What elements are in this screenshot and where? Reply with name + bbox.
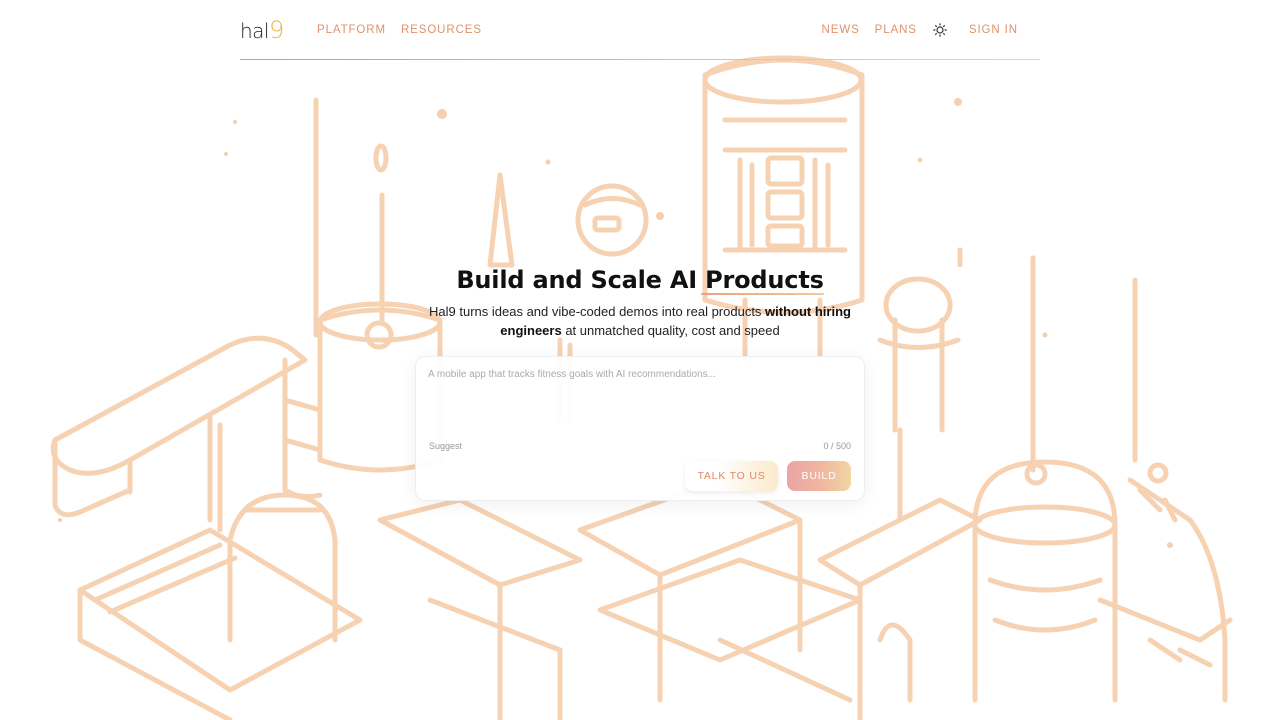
hero-title-underline <box>701 293 824 295</box>
build-button[interactable]: BUILD <box>787 461 851 491</box>
nav-link-plans[interactable]: PLANS <box>875 24 917 36</box>
logo-text: hal <box>240 19 270 43</box>
nav-link-resources[interactable]: RESOURCES <box>401 24 482 36</box>
sign-in-link[interactable]: SIGN IN <box>969 24 1018 36</box>
hero-section: Build and Scale AI Products Hal9 turns i… <box>0 266 1280 340</box>
primary-nav: PLATFORM RESOURCES <box>302 24 482 36</box>
character-counter: 0 / 500 <box>823 441 851 451</box>
top-navbar: hal 9 PLATFORM RESOURCES NEWS PLANS SIGN … <box>240 0 1040 60</box>
header-divider <box>240 59 1040 60</box>
nav-link-platform[interactable]: PLATFORM <box>317 24 386 36</box>
theme-toggle-button[interactable] <box>932 22 948 38</box>
hero-subtitle: Hal9 turns ideas and vibe-coded demos in… <box>420 302 860 340</box>
sun-icon <box>933 23 947 37</box>
hero-subtitle-part1: Hal9 turns ideas and vibe-coded demos in… <box>429 304 766 319</box>
prompt-card: Suggest 0 / 500 TALK TO US BUILD <box>415 356 865 501</box>
talk-to-us-button[interactable]: TALK TO US <box>685 461 778 491</box>
hero-subtitle-part2: at unmatched quality, cost and speed <box>561 323 780 338</box>
hero-title-text: Build and Scale AI Products <box>456 266 824 294</box>
nav-link-news[interactable]: NEWS <box>822 24 860 36</box>
suggest-link[interactable]: Suggest <box>429 441 462 451</box>
logo-accent: 9 <box>269 16 284 44</box>
idea-prompt-input[interactable] <box>428 369 852 439</box>
hero-title: Build and Scale AI Products <box>456 266 824 295</box>
hal9-logo[interactable]: hal 9 <box>240 16 302 44</box>
